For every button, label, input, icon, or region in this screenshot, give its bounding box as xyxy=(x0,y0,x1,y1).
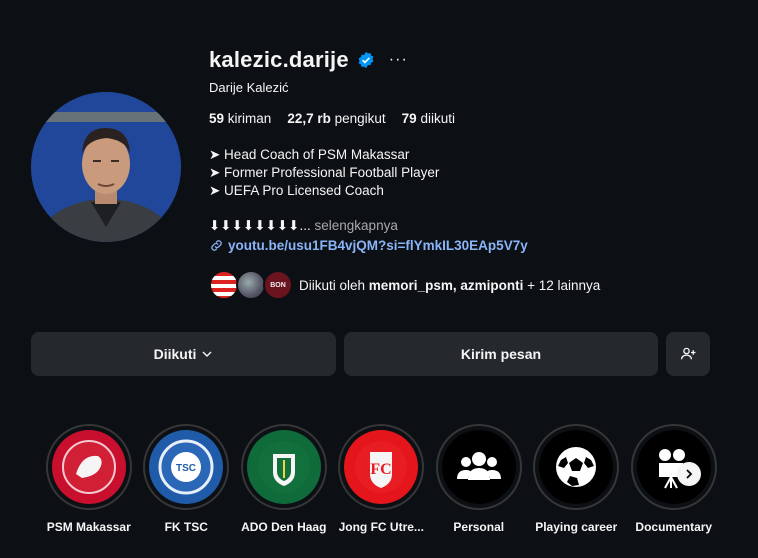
bio-link-text[interactable]: youtu.be/usu1FB4vjQM?si=flYmkIL30EAp5V7y xyxy=(228,238,528,253)
highlight-jong-fc-utrecht[interactable]: FC Jong FC Utre... xyxy=(333,424,431,534)
following-button[interactable]: Diikuti xyxy=(31,332,336,376)
svg-text:TSC: TSC xyxy=(176,463,196,474)
options-more-icon[interactable]: ··· xyxy=(389,51,408,69)
followed-by-avatars: BON xyxy=(209,269,299,301)
bio-line: ➤ Head Coach of PSM Makassar xyxy=(209,147,410,162)
highlight-label: ADO Den Haag xyxy=(241,520,327,534)
mini-avatar xyxy=(209,270,239,300)
highlight-label: Jong FC Utre... xyxy=(338,520,424,534)
chevron-down-icon xyxy=(202,351,212,357)
bio-line: ➤ Former Professional Football Player xyxy=(209,165,440,180)
profile-bio: ➤ Head Coach of PSM Makassar ➤ Former Pr… xyxy=(209,146,729,200)
followed-by-text: Diikuti oleh memori_psm, azmiponti + 12 … xyxy=(299,277,601,293)
bio-line: ➤ UEFA Pro Licensed Coach xyxy=(209,183,384,198)
followers-count[interactable]: 22,7 rb pengikut xyxy=(287,111,385,126)
profile-username: kalezic.darije xyxy=(209,47,349,72)
highlight-psm-makassar[interactable]: PSM Makassar xyxy=(40,424,138,534)
psm-crest-icon xyxy=(61,440,116,494)
bio-arrows: ⬇⬇⬇⬇⬇⬇⬇⬇... selengkapnya xyxy=(209,218,398,233)
profile-full-name: Darije Kalezić xyxy=(209,80,289,95)
utrecht-crest-icon: FC xyxy=(355,441,408,493)
highlight-personal[interactable]: Personal xyxy=(430,424,528,534)
posts-count: 59 kiriman xyxy=(209,111,272,126)
soccer-ball-icon xyxy=(556,447,597,487)
highlight-label: PSM Makassar xyxy=(46,520,131,534)
profile-header: kalezic.darije ··· Darije Kalezić 59 kir… xyxy=(209,44,729,301)
highlight-label: Documentary xyxy=(635,520,713,534)
verified-badge-icon xyxy=(358,51,374,69)
highlight-label: Personal xyxy=(453,520,505,534)
mini-avatar xyxy=(236,270,266,300)
highlight-ado-den-haag[interactable]: ADO Den Haag xyxy=(235,424,333,534)
tsc-crest-icon: TSC xyxy=(158,439,214,495)
ado-crest-icon xyxy=(257,441,310,493)
story-highlights: PSM Makassar TSC FK TSC ADO Den Haag FC … xyxy=(40,424,723,534)
profile-stats: 59 kiriman 22,7 rb pengikut 79 diikuti xyxy=(209,111,729,126)
group-people-icon xyxy=(456,452,501,480)
highlight-label: Playing career xyxy=(535,520,618,534)
add-person-icon xyxy=(680,347,696,360)
svg-text:FC: FC xyxy=(371,461,392,478)
highlight-label: FK TSC xyxy=(164,520,208,534)
profile-photo xyxy=(31,92,181,242)
profile-avatar[interactable] xyxy=(31,92,181,242)
send-message-button[interactable]: Kirim pesan xyxy=(344,332,658,376)
highlights-next-button[interactable] xyxy=(677,462,701,486)
followed-by[interactable]: BON Diikuti oleh memori_psm, azmiponti +… xyxy=(209,269,729,301)
bio-link[interactable]: youtu.be/usu1FB4vjQM?si=flYmkIL30EAp5V7y xyxy=(209,238,729,253)
see-more-link[interactable]: selengkapnya xyxy=(315,218,398,233)
highlight-playing-career[interactable]: Playing career xyxy=(528,424,626,534)
suggest-user-button[interactable] xyxy=(666,332,710,376)
link-icon xyxy=(211,240,222,251)
following-count[interactable]: 79 diikuti xyxy=(402,111,455,126)
highlight-documentary[interactable]: Documentary xyxy=(625,424,723,534)
movie-camera-icon xyxy=(658,449,691,489)
mini-avatar: BON xyxy=(263,270,293,300)
send-message-label: Kirim pesan xyxy=(460,346,542,362)
following-button-label: Diikuti xyxy=(153,346,197,362)
highlight-fk-tsc[interactable]: TSC FK TSC xyxy=(138,424,236,534)
chevron-right-icon xyxy=(686,469,693,479)
